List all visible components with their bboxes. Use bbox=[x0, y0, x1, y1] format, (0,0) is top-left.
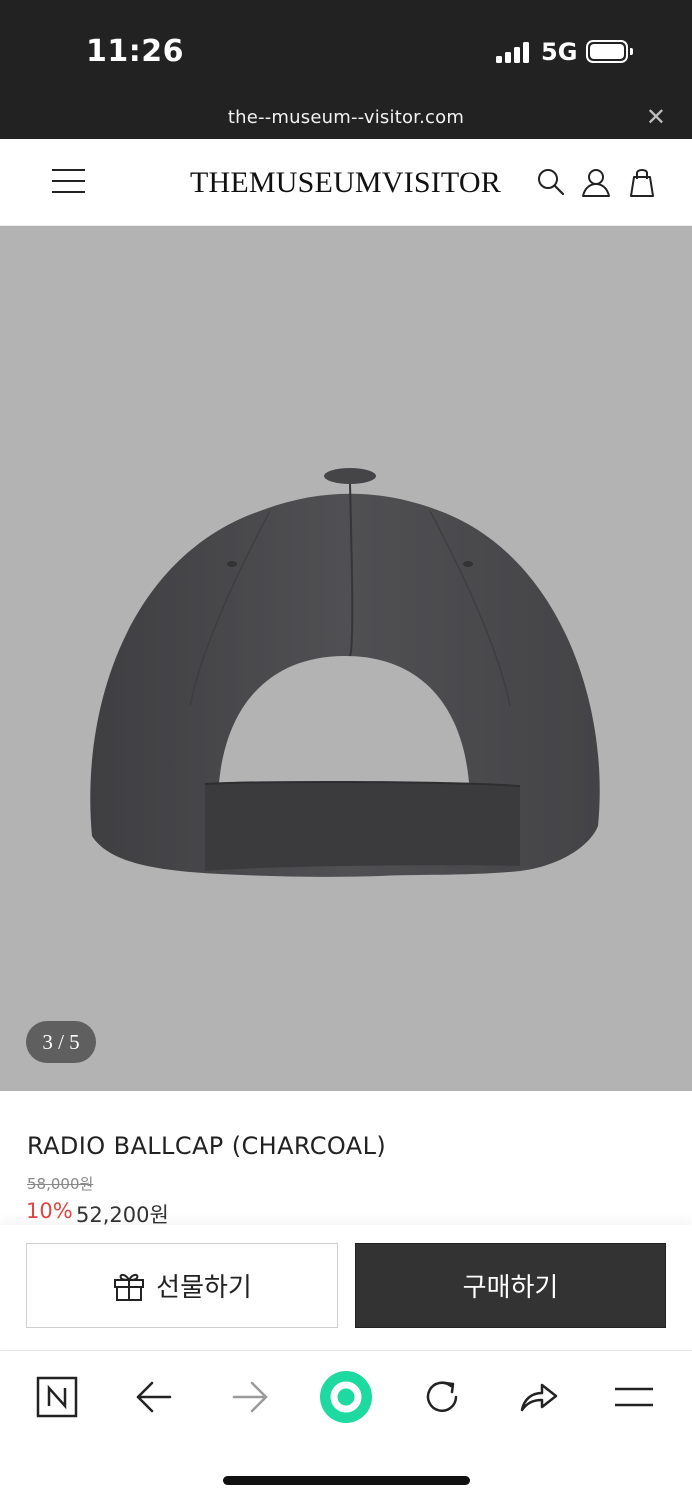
green-dot-icon[interactable] bbox=[319, 1370, 373, 1424]
network-type: 5G bbox=[541, 38, 578, 66]
gift-button[interactable]: 선물하기 bbox=[26, 1243, 338, 1328]
naver-n-icon[interactable] bbox=[35, 1375, 79, 1419]
site-header: THEMUSEUMVISITOR bbox=[0, 139, 692, 226]
search-icon[interactable] bbox=[535, 166, 567, 198]
buy-button-label: 구매하기 bbox=[462, 1273, 559, 1303]
url-text[interactable]: the--museum--visitor.com bbox=[0, 107, 692, 128]
site-logo[interactable]: THEMUSEUMVISITOR bbox=[190, 166, 501, 200]
gift-button-label: 선물하기 bbox=[156, 1273, 252, 1303]
status-time: 11:26 bbox=[86, 34, 184, 69]
signal-icon bbox=[496, 41, 532, 63]
discount-rate: 10% bbox=[26, 1199, 73, 1223]
user-icon[interactable] bbox=[580, 166, 612, 198]
reload-icon[interactable] bbox=[420, 1375, 464, 1419]
image-counter: 3 / 5 bbox=[26, 1021, 96, 1063]
browser-url-bar[interactable]: the--museum--visitor.com ✕ bbox=[0, 95, 692, 139]
buy-button[interactable]: 구매하기 bbox=[355, 1243, 666, 1328]
back-arrow-icon[interactable] bbox=[132, 1375, 176, 1419]
share-icon[interactable] bbox=[516, 1375, 560, 1419]
status-bar: 11:26 5G bbox=[0, 0, 692, 95]
battery-icon bbox=[586, 40, 633, 63]
close-icon[interactable]: ✕ bbox=[646, 103, 666, 132]
product-image[interactable]: 3 / 5 bbox=[0, 226, 692, 1091]
home-indicator[interactable] bbox=[223, 1476, 470, 1485]
purchase-action-bar: 선물하기 구매하기 bbox=[0, 1225, 692, 1351]
original-price: 58,000원 bbox=[27, 1175, 94, 1193]
menu-icon[interactable] bbox=[612, 1375, 656, 1419]
menu-icon[interactable] bbox=[52, 167, 86, 195]
ballcap-image bbox=[90, 468, 600, 877]
gift-icon bbox=[114, 1273, 145, 1301]
shopping-bag-icon[interactable] bbox=[626, 166, 658, 198]
forward-arrow-icon[interactable] bbox=[228, 1375, 272, 1419]
product-title: RADIO BALLCAP (CHARCOAL) bbox=[27, 1132, 387, 1160]
